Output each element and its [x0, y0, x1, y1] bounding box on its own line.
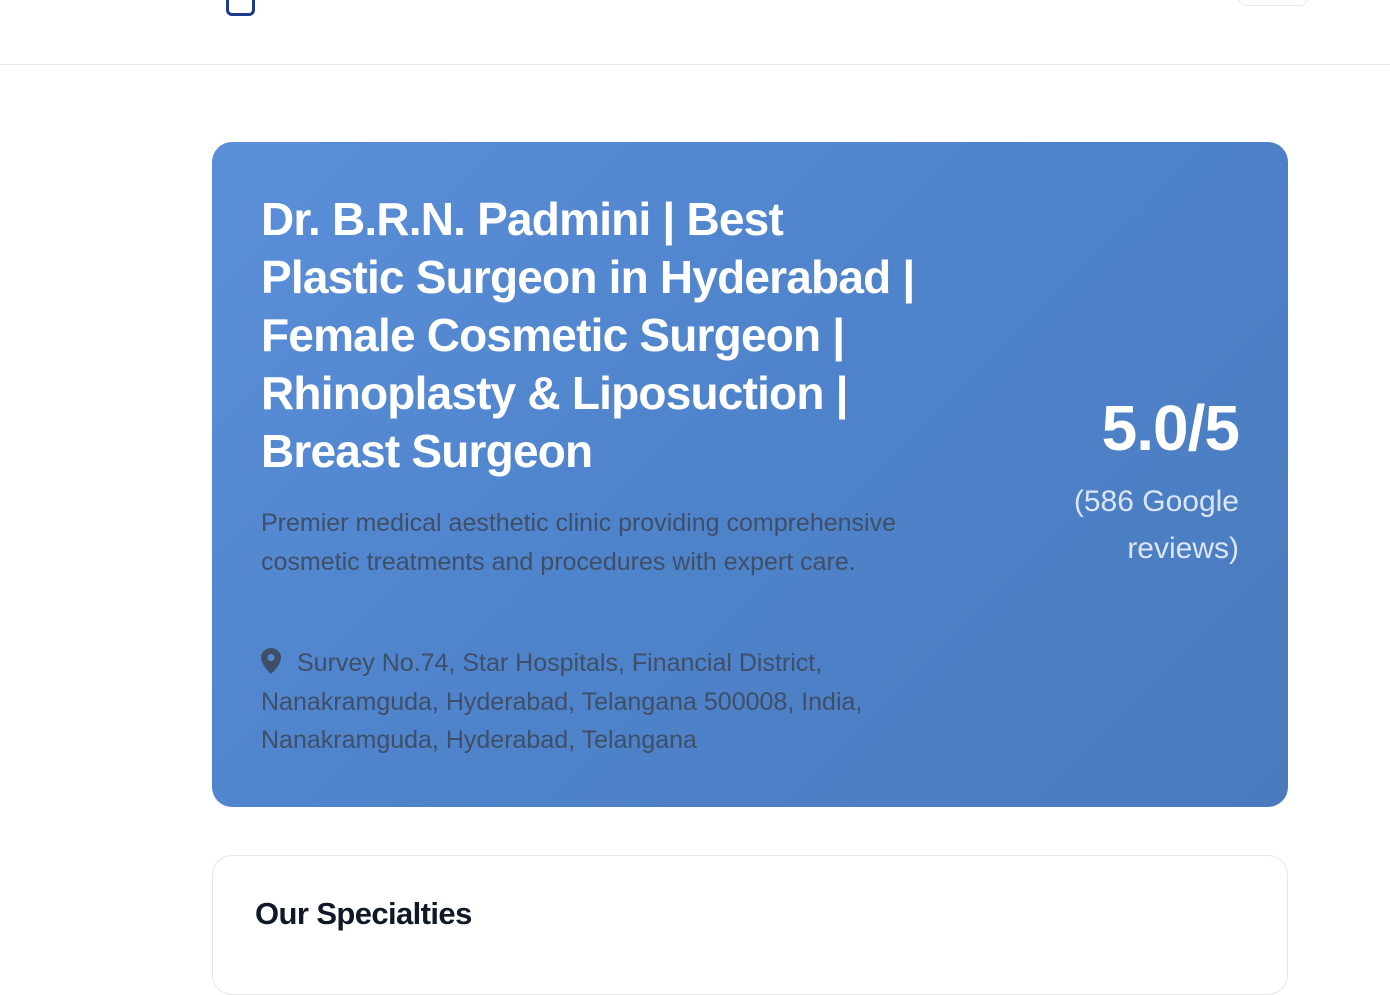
address-text: Survey No.74, Star Hospitals, Financial …: [261, 649, 863, 754]
hero-banner: Dr. B.R.N. Padmini | Best Plastic Surgeo…: [212, 142, 1288, 807]
clinic-logo-icon[interactable]: [226, 0, 255, 16]
specialties-heading: Our Specialties: [255, 896, 472, 931]
rating-score: 5.0/5: [1101, 392, 1240, 464]
clinic-address: Survey No.74, Star Hospitals, Financial …: [261, 644, 901, 760]
page-title: Dr. B.R.N. Padmini | Best Plastic Surgeo…: [261, 193, 915, 477]
top-navigation-bar: [0, 0, 1390, 65]
rating-summary: 5.0/5 (586 Google reviews): [939, 392, 1240, 572]
review-count: (586 Google reviews): [1073, 485, 1239, 565]
map-pin-icon: [261, 647, 281, 674]
menu-button[interactable]: [1238, 0, 1308, 6]
clinic-description: Premier medical aesthetic clinic providi…: [261, 509, 896, 576]
specialties-card: Our Specialties: [212, 855, 1288, 995]
